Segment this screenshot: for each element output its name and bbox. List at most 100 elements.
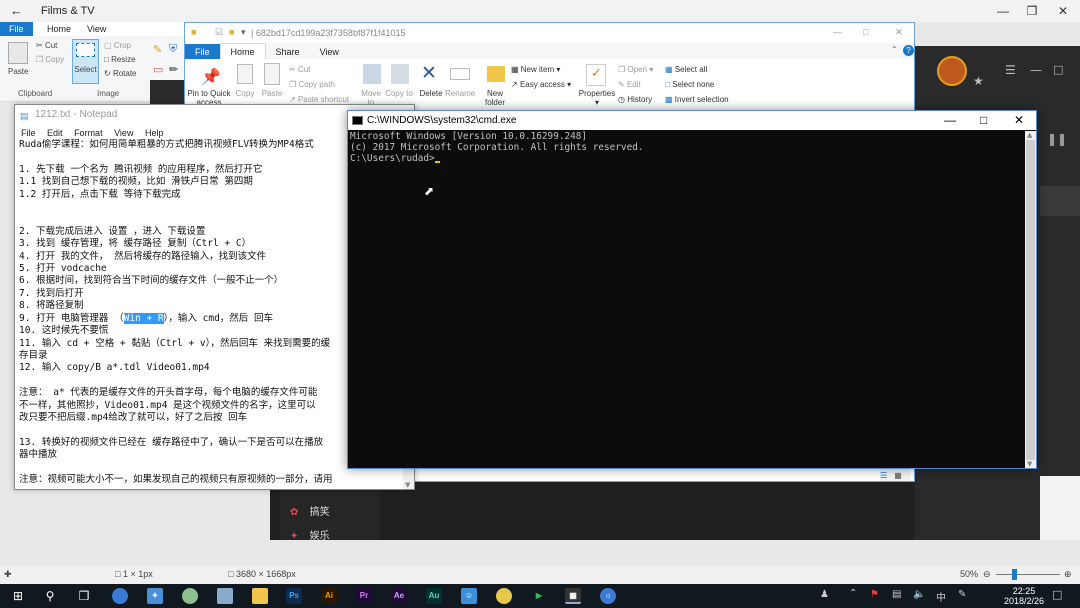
avatar[interactable] <box>937 56 967 86</box>
globe-app-icon[interactable]: ☼ <box>600 588 616 604</box>
zoom-slider-track[interactable] <box>996 574 1060 575</box>
collapse-ribbon-icon[interactable]: ⌃ <box>891 45 898 54</box>
audition-icon[interactable]: Au <box>426 588 442 604</box>
maximize-icon[interactable]: □ <box>1053 63 1063 76</box>
network-icon[interactable]: ▤ <box>892 589 901 600</box>
scroll-down-icon[interactable]: ▼ <box>405 481 410 489</box>
system-clock[interactable]: 22:25 2018/2/26 <box>1004 586 1044 606</box>
scroll-up-icon[interactable]: ▲ <box>1027 131 1032 139</box>
task-view-icon[interactable]: ❐ <box>70 584 98 608</box>
select-all-button[interactable]: ▦ Select all <box>665 65 707 74</box>
menu-view[interactable]: View <box>114 128 133 138</box>
maximize-icon[interactable]: ❐ <box>1017 0 1047 22</box>
open-button[interactable]: ❐ Open ▾ <box>618 65 653 74</box>
copy-path-button[interactable]: ❐ Copy path <box>289 80 335 89</box>
chat-app-icon[interactable]: ☺ <box>461 588 477 604</box>
rotate-button[interactable]: ↻ Rotate <box>104 69 137 78</box>
maximize-icon[interactable]: □ <box>863 27 868 37</box>
properties-icon[interactable]: ☑ <box>215 27 223 38</box>
notifications-icon[interactable]: □ <box>1052 588 1062 601</box>
copy-button[interactable]: ❐ Copy <box>36 55 64 64</box>
details-view-icon[interactable]: ☰ <box>880 471 887 480</box>
minimize-icon[interactable]: — <box>944 113 956 127</box>
volume-icon[interactable]: 🔈 <box>913 589 925 600</box>
show-hidden-icons-icon[interactable]: ⌃ <box>849 588 857 599</box>
new-folder-button[interactable]: New folder <box>481 89 509 107</box>
security-icon[interactable]: ⚑ <box>870 589 879 600</box>
browser-app-icon[interactable] <box>112 588 128 604</box>
menu-help[interactable]: Help <box>145 128 164 138</box>
minimize-icon[interactable]: — <box>1030 63 1042 77</box>
maximize-icon[interactable]: □ <box>980 113 987 127</box>
properties-button[interactable]: Properties ▾ <box>577 89 617 107</box>
fruit-app-icon[interactable] <box>496 588 512 604</box>
paint-tab-view[interactable]: View <box>78 22 115 36</box>
rename-button[interactable]: Rename <box>445 89 475 98</box>
zoom-slider-thumb[interactable] <box>1012 569 1017 580</box>
scroll-thumb[interactable] <box>1026 140 1035 460</box>
films-tv-app-icon[interactable]: ▦ <box>565 588 581 604</box>
paint-tab-home[interactable]: Home <box>38 22 80 36</box>
menu-format[interactable]: Format <box>74 128 103 138</box>
star-icon[interactable]: ★ <box>973 74 984 88</box>
cut-button[interactable]: ✂ Cut <box>36 41 57 50</box>
new-item-button[interactable]: ▦ New item ▾ <box>511 65 560 74</box>
help-icon[interactable]: ? <box>903 45 914 56</box>
cmd-console[interactable]: Microsoft Windows [Version 10.0.16299.24… <box>350 131 1022 467</box>
easy-access-button[interactable]: ↗ Easy access ▾ <box>511 80 571 89</box>
crop-button[interactable]: ▢ Crop <box>104 41 131 50</box>
notepad-text-area[interactable]: Ruda偷学课程：如何用简单粗暴的方式把腾讯视频FLV转换为MP4格式​1. 先… <box>19 139 402 489</box>
menu-icon[interactable]: ☰ <box>1005 63 1016 77</box>
photoshop-icon[interactable]: Ps <box>286 588 302 604</box>
pause-icon[interactable]: ❚❚ <box>1047 132 1067 146</box>
paste-icon[interactable] <box>8 42 28 64</box>
cut-button[interactable]: ✂ Cut <box>289 65 310 74</box>
paste-shortcut-button[interactable]: ↗ Paste shortcut <box>289 95 349 104</box>
large-icons-view-icon[interactable]: ▦ <box>894 471 902 480</box>
edit-button[interactable]: ✎ Edit <box>618 80 641 89</box>
tab-share[interactable]: Share <box>266 44 310 60</box>
play-app-icon[interactable]: ▶ <box>531 588 547 604</box>
new-folder-icon[interactable]: ■ <box>229 27 234 37</box>
minimize-icon[interactable]: — <box>833 27 842 37</box>
zoom-out-icon[interactable]: ⊖ <box>983 569 991 580</box>
paint-tab-file[interactable]: File <box>0 22 33 36</box>
fill-icon[interactable]: ⛨ <box>169 43 177 56</box>
menu-edit[interactable]: Edit <box>47 128 63 138</box>
paste-button[interactable]: Paste <box>259 89 285 98</box>
delete-button[interactable]: Delete <box>417 89 445 98</box>
windows-start-icon[interactable]: ⊞ <box>4 584 32 608</box>
zoom-in-icon[interactable]: ⊕ <box>1064 569 1072 580</box>
invert-selection-button[interactable]: ▩ Invert selection <box>665 95 729 104</box>
close-icon[interactable]: ✕ <box>1014 113 1024 127</box>
after-effects-icon[interactable]: Ae <box>391 588 407 604</box>
color-picker-icon[interactable]: ✏ <box>169 63 178 76</box>
select-none-button[interactable]: □ Select none <box>665 80 714 89</box>
paste-button[interactable]: Paste <box>8 67 28 76</box>
pencil-icon[interactable]: ✎ <box>153 43 162 56</box>
eraser-icon[interactable]: ▭ <box>153 63 163 76</box>
tab-home[interactable]: Home <box>219 43 266 59</box>
resize-button[interactable]: □ Resize <box>104 55 136 64</box>
search-icon[interactable]: ⚲ <box>36 584 64 608</box>
menu-file[interactable]: File <box>21 128 36 138</box>
close-icon[interactable]: ✕ <box>1048 0 1078 22</box>
premiere-icon[interactable]: Pr <box>356 588 372 604</box>
tab-file[interactable]: File <box>185 44 220 60</box>
illustrator-icon[interactable]: Ai <box>321 588 337 604</box>
back-arrow-icon[interactable]: ← <box>10 3 23 18</box>
close-icon[interactable]: ✕ <box>895 27 903 38</box>
copy-to-button[interactable]: Copy to <box>385 89 413 98</box>
copy-button[interactable]: Copy <box>232 89 258 98</box>
select-button[interactable]: Select <box>72 39 99 84</box>
cmd-scrollbar[interactable]: ▲ ▼ <box>1025 131 1036 468</box>
quick-access-dropdown-icon[interactable]: ▾ <box>241 27 246 38</box>
history-button[interactable]: ◷ History <box>618 95 652 104</box>
notepad-app-icon[interactable] <box>217 588 233 604</box>
pen-icon[interactable]: ✎ <box>958 589 966 600</box>
tab-view[interactable]: View <box>310 44 349 60</box>
category-item-funny[interactable]: ✿ 搞笑 <box>290 503 330 518</box>
file-explorer-icon[interactable] <box>252 588 268 604</box>
paint-app-icon[interactable] <box>182 588 198 604</box>
scroll-down-icon[interactable]: ▼ <box>1027 460 1032 468</box>
